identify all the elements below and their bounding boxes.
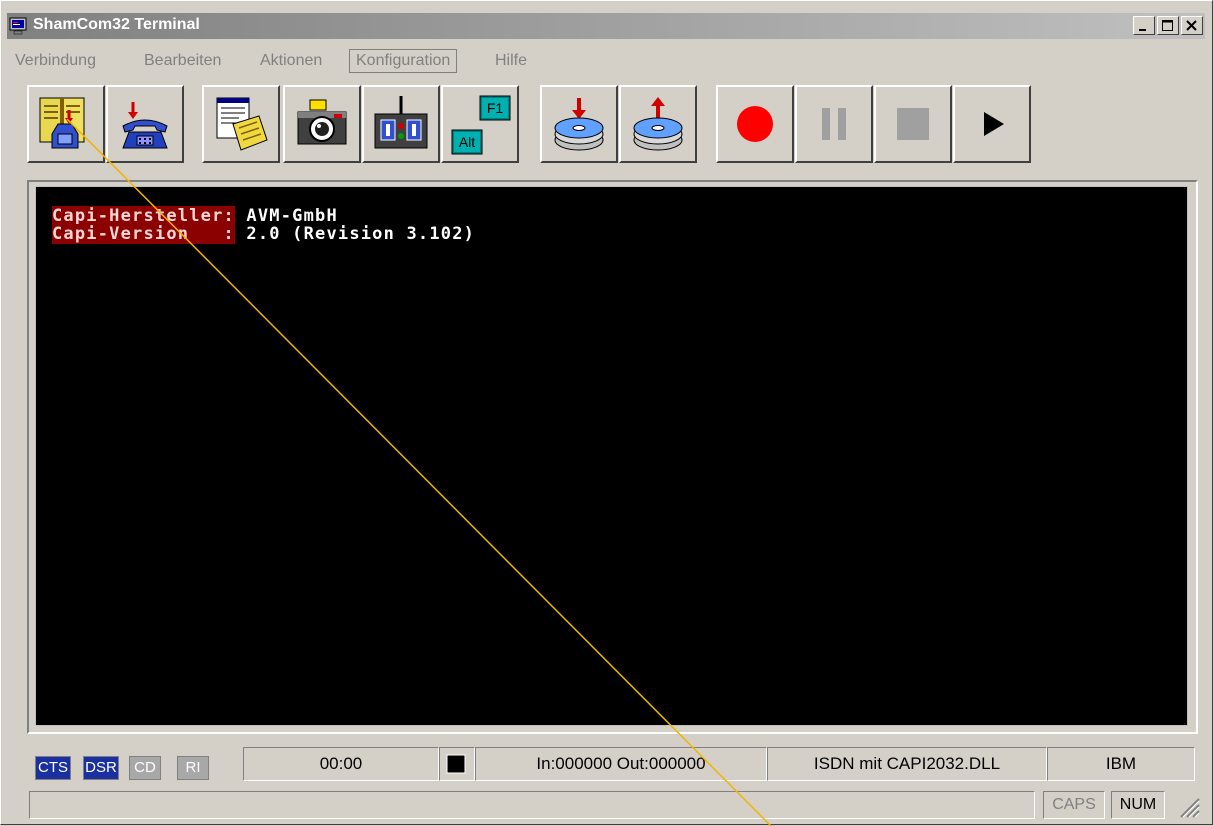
byte-counters: In:000000 Out:000000 bbox=[475, 747, 767, 781]
stop-icon bbox=[897, 108, 929, 140]
message-area bbox=[29, 791, 1035, 819]
close-button[interactable] bbox=[1181, 16, 1203, 35]
terminal-line-label: Capi-Version : bbox=[52, 224, 235, 244]
hangup-button[interactable] bbox=[106, 85, 184, 163]
connection-timer: 00:00 bbox=[243, 747, 439, 781]
led-cd: CD bbox=[129, 756, 161, 780]
file-transfer-button[interactable] bbox=[202, 85, 280, 163]
menu-verbindung[interactable]: Verbindung bbox=[15, 50, 96, 72]
num-indicator: NUM bbox=[1111, 791, 1165, 819]
function-keys-icon: F1 Alt bbox=[451, 95, 511, 155]
caps-indicator: CAPS bbox=[1043, 791, 1105, 819]
minimize-button[interactable] bbox=[1133, 16, 1155, 35]
record-icon bbox=[737, 106, 773, 142]
status-bar: CTS DSR CD RI 00:00 In:000000 Out:000000… bbox=[27, 746, 1197, 781]
f1-key-label: F1 bbox=[487, 100, 504, 116]
pause-button[interactable] bbox=[795, 85, 873, 163]
pause-icon bbox=[822, 108, 846, 140]
stop-button[interactable] bbox=[874, 85, 952, 163]
terminal-line: Capi-Hersteller: AVM-GmbH bbox=[52, 206, 338, 226]
device-status: ISDN mit CAPI2032.DLL bbox=[767, 747, 1047, 781]
status-bar-secondary: CAPS NUM bbox=[27, 789, 1207, 821]
window-title: ShamCom32 Terminal bbox=[33, 16, 200, 33]
maximize-icon bbox=[1162, 20, 1173, 31]
app-window: ShamCom32 Terminal Verbindung Bearbeiten… bbox=[0, 0, 1213, 826]
play-icon bbox=[984, 112, 1004, 136]
resize-grip-icon[interactable] bbox=[1177, 795, 1201, 819]
minimize-icon bbox=[1139, 29, 1146, 31]
download-button[interactable] bbox=[540, 85, 618, 163]
phonebook-icon bbox=[39, 97, 85, 149]
function-keys-button[interactable]: F1 Alt bbox=[441, 85, 519, 163]
upload-button[interactable] bbox=[619, 85, 697, 163]
led-ri: RI bbox=[177, 756, 209, 780]
document-icon bbox=[216, 97, 268, 151]
joystick-icon bbox=[374, 96, 428, 149]
record-button[interactable] bbox=[716, 85, 794, 163]
activity-square-icon bbox=[446, 754, 466, 774]
terminal-line-value: 2.0 (Revision 3.102) bbox=[234, 224, 476, 244]
menu-aktionen[interactable]: Aktionen bbox=[260, 50, 322, 72]
led-cts: CTS bbox=[35, 756, 71, 780]
terminal-line-value: AVM-GmbH bbox=[234, 206, 338, 226]
menu-bar: Verbindung Bearbeiten Aktionen Konfigura… bbox=[15, 48, 1205, 76]
phonebook-dial-button[interactable] bbox=[27, 85, 105, 163]
play-button[interactable] bbox=[953, 85, 1031, 163]
telephone-icon bbox=[122, 102, 168, 149]
activity-indicator bbox=[439, 747, 475, 781]
menu-hilfe[interactable]: Hilfe bbox=[495, 50, 527, 72]
terminal-line-label: Capi-Hersteller: bbox=[52, 206, 235, 226]
menu-konfiguration[interactable]: Konfiguration bbox=[349, 49, 458, 73]
close-icon bbox=[1186, 20, 1197, 31]
camera-icon bbox=[297, 99, 347, 145]
title-bar[interactable]: ShamCom32 Terminal bbox=[7, 13, 1205, 39]
remote-control-button[interactable] bbox=[362, 85, 440, 163]
alt-key-label: Alt bbox=[459, 134, 475, 150]
disk-download-icon bbox=[554, 98, 604, 151]
maximize-button[interactable] bbox=[1157, 16, 1179, 35]
emulation-status: IBM bbox=[1047, 747, 1195, 781]
terminal-line: Capi-Version : 2.0 (Revision 3.102) bbox=[52, 224, 476, 244]
terminal-screen[interactable]: Capi-Hersteller: AVM-GmbH Capi-Version :… bbox=[35, 186, 1188, 726]
disk-upload-icon bbox=[633, 97, 683, 151]
terminal-app-icon[interactable] bbox=[9, 17, 27, 35]
menu-bearbeiten[interactable]: Bearbeiten bbox=[144, 50, 221, 72]
led-dsr: DSR bbox=[83, 756, 119, 780]
terminal-frame: Capi-Hersteller: AVM-GmbH Capi-Version :… bbox=[27, 180, 1198, 734]
screenshot-button[interactable] bbox=[283, 85, 361, 163]
